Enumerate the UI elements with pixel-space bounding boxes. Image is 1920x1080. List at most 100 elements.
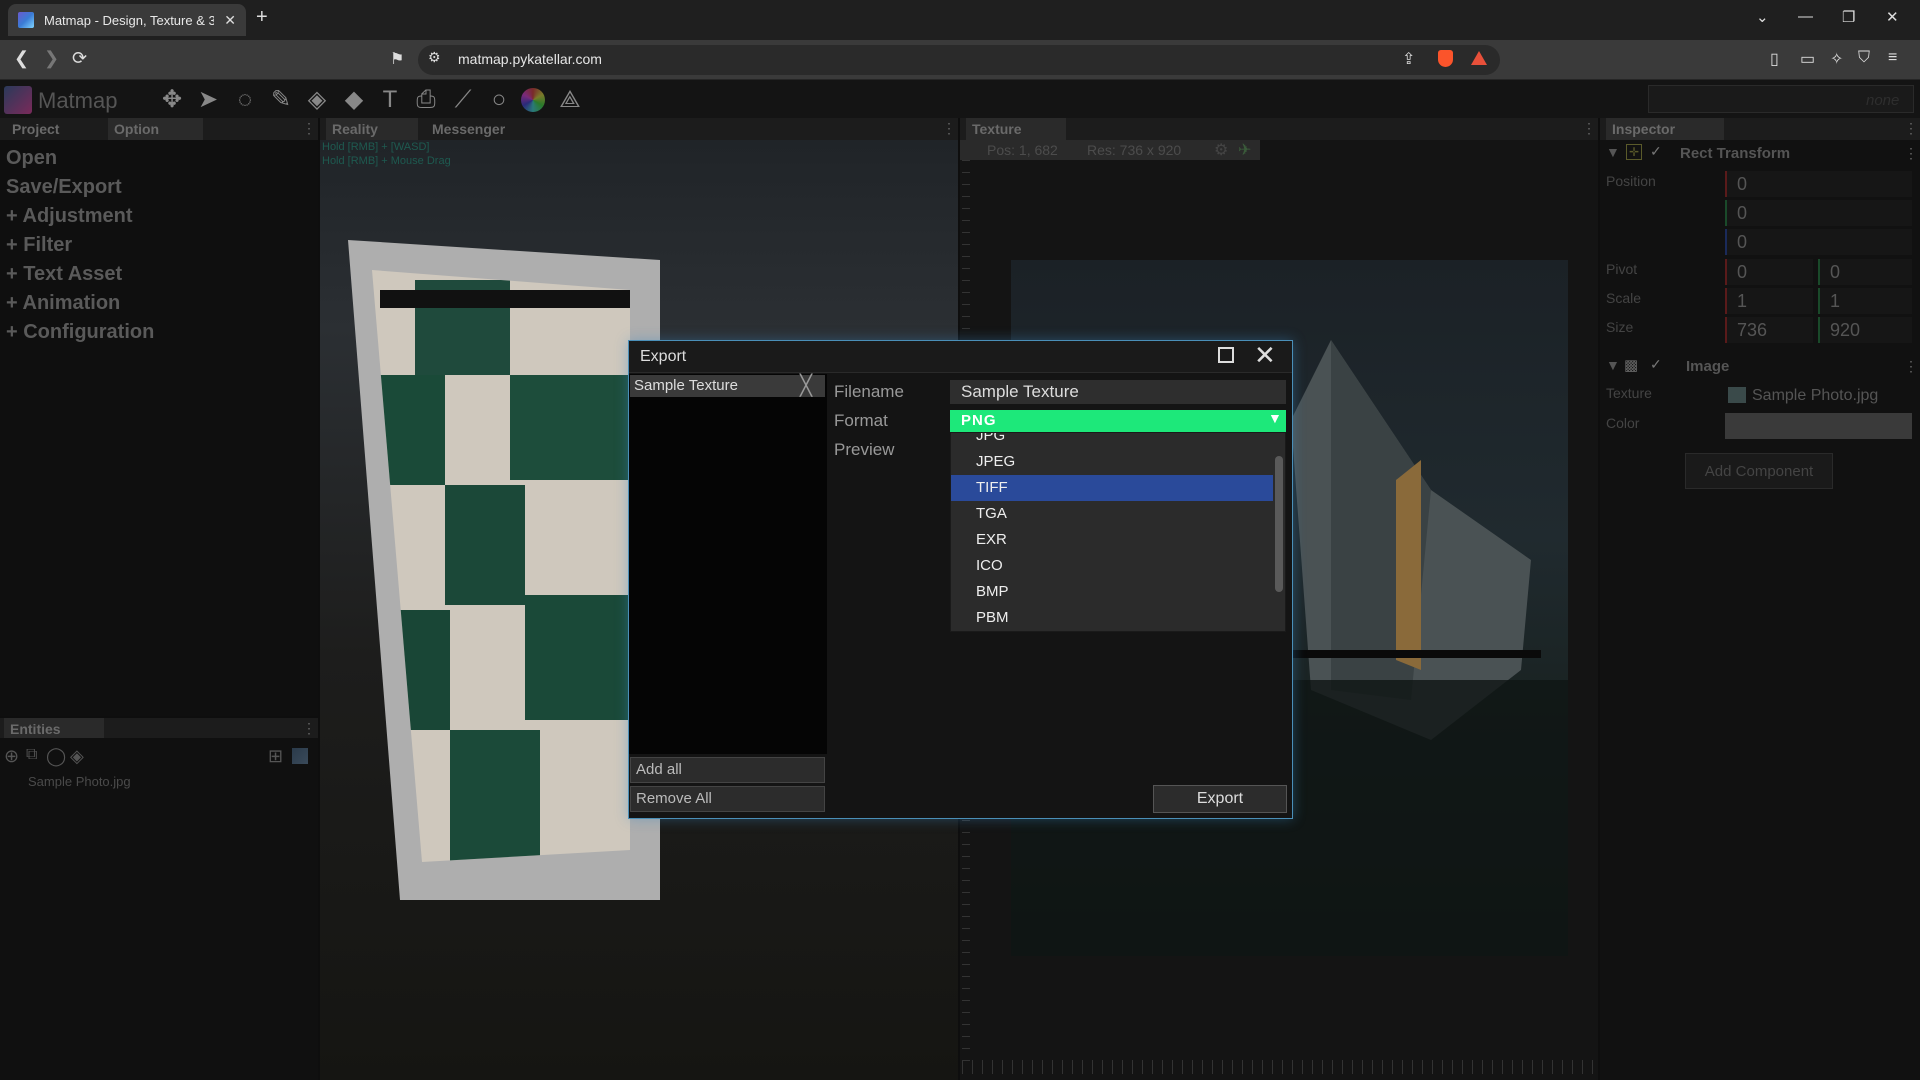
forward-icon[interactable]: ❯ — [44, 48, 59, 69]
brave-shields-icon[interactable] — [1438, 50, 1453, 67]
close-tab-icon[interactable]: ✕ — [224, 12, 236, 29]
menu-animation[interactable]: + Animation — [6, 292, 120, 315]
site-settings-icon[interactable]: ⚙ — [428, 49, 441, 66]
rect-transform-options-icon[interactable]: ⋮ — [1904, 145, 1918, 162]
menu-open[interactable]: Open — [6, 147, 57, 170]
wallet-icon[interactable]: ▭ — [1800, 49, 1815, 69]
format-option-tga[interactable]: TGA — [951, 501, 1273, 527]
back-icon[interactable]: ❮ — [14, 48, 29, 69]
stamp-tool-icon[interactable]: ⎙ — [412, 86, 440, 114]
menu-configuration[interactable]: + Configuration — [6, 321, 154, 344]
lasso-tool-icon[interactable]: ◌ — [231, 86, 259, 114]
text-tool-icon[interactable]: T — [376, 86, 404, 114]
export-button[interactable]: Export — [1153, 785, 1287, 813]
format-option-jpeg[interactable]: JPEG — [951, 449, 1273, 475]
entity-list-item[interactable]: Sample Photo.jpg — [28, 774, 131, 789]
url-text[interactable]: matmap.pykatellar.com — [458, 51, 602, 67]
position-label: Position — [1606, 173, 1656, 189]
color-picker-icon[interactable] — [521, 88, 545, 112]
format-dropdown-scrollbar[interactable] — [1275, 456, 1283, 592]
tab-option[interactable]: Option — [108, 118, 203, 140]
tab-texture[interactable]: Texture — [966, 118, 1066, 140]
shape-tool-icon[interactable]: ⟁ — [556, 86, 584, 114]
position-y-field[interactable]: 0 — [1725, 200, 1912, 226]
layers-icon[interactable]: ◈ — [70, 746, 84, 767]
add-entity-icon[interactable]: ⊕ — [4, 746, 19, 767]
tab-entities[interactable]: Entities — [4, 718, 104, 740]
add-all-button[interactable]: Add all — [630, 757, 825, 783]
fill-tool-icon[interactable]: ◈ — [303, 86, 331, 114]
window-close-icon[interactable]: ✕ — [1886, 8, 1899, 26]
format-dropdown-arrow-icon[interactable]: ▼ — [1268, 410, 1282, 426]
duplicate-entity-icon[interactable]: ⧉ — [26, 746, 37, 764]
menu-adjustment[interactable]: + Adjustment — [6, 205, 133, 228]
format-option-jpg[interactable]: JPG — [951, 433, 1273, 449]
line-tool-icon[interactable]: ⟋ — [449, 86, 477, 114]
filename-input[interactable]: Sample Texture — [950, 380, 1286, 404]
scale-x-field[interactable]: 1 — [1725, 288, 1813, 314]
size-width-field[interactable]: 736 — [1725, 317, 1813, 343]
format-option-exr[interactable]: EXR — [951, 527, 1273, 553]
pivot-x-field[interactable]: 0 — [1725, 259, 1813, 285]
move-tool-icon[interactable]: ✥ — [158, 86, 186, 114]
bookmark-icon[interactable]: ⚑ — [390, 49, 404, 69]
color-swatch[interactable] — [1725, 413, 1912, 439]
texture-pin-icon[interactable]: ✈ — [1238, 140, 1251, 160]
maximize-dialog-icon[interactable] — [1218, 347, 1234, 363]
collapse-image-icon[interactable]: ▼ — [1606, 357, 1620, 373]
minimize-icon[interactable]: — — [1798, 8, 1813, 25]
new-tab-icon[interactable]: + — [256, 6, 268, 29]
vpn-icon[interactable]: ⛉ — [1858, 49, 1870, 67]
menu-save-export[interactable]: Save/Export — [6, 176, 122, 199]
share-icon[interactable]: ⇪ — [1402, 49, 1415, 69]
tab-inspector[interactable]: Inspector — [1606, 118, 1724, 140]
menu-filter[interactable]: + Filter — [6, 234, 72, 257]
menu-icon[interactable]: ≡ — [1888, 49, 1897, 67]
reload-icon[interactable]: ⟳ — [72, 48, 87, 69]
add-layer-icon[interactable]: ⊞ — [268, 746, 283, 767]
brush-tool-icon[interactable]: ✎ — [267, 86, 295, 114]
texture-options-icon[interactable]: ⋮ — [1582, 120, 1596, 137]
image-enabled-checkbox[interactable]: ✓ — [1650, 356, 1662, 373]
export-list-item[interactable]: Sample Texture — [630, 375, 825, 397]
leo-ai-icon[interactable]: ✧ — [1830, 49, 1843, 69]
grid-view-icon[interactable] — [292, 748, 308, 764]
ellipse-tool-icon[interactable]: ○ — [485, 86, 513, 114]
tab-reality[interactable]: Reality — [326, 118, 418, 140]
image-options-icon[interactable]: ⋮ — [1904, 358, 1918, 375]
tab-list-chevron-icon[interactable]: ⌄ — [1756, 8, 1769, 26]
export-dialog-titlebar[interactable] — [629, 341, 1292, 373]
position-z-field[interactable]: 0 — [1725, 229, 1912, 255]
eraser-tool-icon[interactable]: ◆ — [340, 86, 368, 114]
tab-messenger[interactable]: Messenger — [426, 118, 536, 140]
left-panel-options-icon[interactable]: ⋮ — [302, 120, 316, 137]
remove-all-button[interactable]: Remove All — [630, 786, 825, 812]
pivot-y-field[interactable]: 0 — [1818, 259, 1912, 285]
texture-value[interactable]: Sample Photo.jpg — [1752, 387, 1878, 405]
viewport-options-icon[interactable]: ⋮ — [942, 120, 956, 137]
sphere-entity-icon[interactable]: ◯ — [46, 746, 66, 767]
format-option-bmp[interactable]: BMP — [951, 579, 1273, 605]
sidebar-icon[interactable]: ▯ — [1770, 49, 1779, 69]
format-select[interactable]: PNG — [950, 410, 1286, 432]
inspector-options-icon[interactable]: ⋮ — [1904, 120, 1918, 137]
format-option-tiff[interactable]: TIFF — [951, 475, 1273, 501]
select-tool-icon[interactable]: ➤ — [194, 86, 222, 114]
format-option-pbm[interactable]: PBM — [951, 605, 1273, 631]
menu-text-asset[interactable]: + Text Asset — [6, 263, 122, 286]
size-height-field[interactable]: 920 — [1818, 317, 1912, 343]
scale-y-field[interactable]: 1 — [1818, 288, 1912, 314]
restore-icon[interactable]: ❐ — [1842, 8, 1855, 26]
rect-transform-enabled-checkbox[interactable]: ✓ — [1650, 143, 1662, 160]
close-dialog-icon[interactable]: ✕ — [1254, 340, 1276, 371]
format-option-ico[interactable]: ICO — [951, 553, 1273, 579]
entities-options-icon[interactable]: ⋮ — [302, 720, 316, 737]
remove-list-item-icon[interactable]: ╳ — [800, 373, 812, 398]
position-x-field[interactable]: 0 — [1725, 171, 1912, 197]
browser-tab[interactable]: Matmap - Design, Texture & 3D ✕ — [8, 4, 246, 36]
brave-rewards-icon[interactable] — [1471, 51, 1487, 65]
add-component-button[interactable]: Add Component — [1685, 453, 1833, 489]
texture-settings-icon[interactable]: ⚙ — [1214, 140, 1228, 160]
collapse-rect-transform-icon[interactable]: ▼ — [1606, 144, 1620, 160]
tab-project[interactable]: Project — [6, 118, 101, 140]
